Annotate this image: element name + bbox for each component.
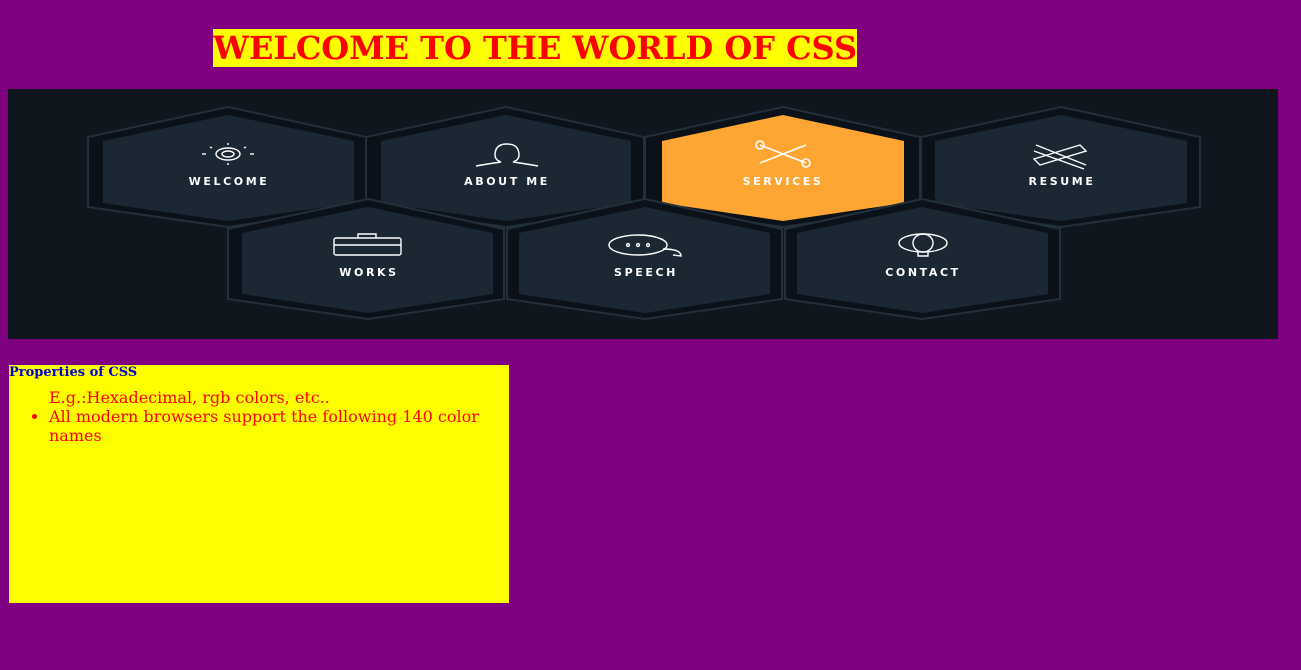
page-title: WELCOME TO THE WORLD OF CSS — [213, 29, 858, 67]
nav-label-works: WORKS — [339, 266, 398, 279]
hexagon-nav-banner: WELCOME ABOUT ME SERVICES RESUME WORKS S… — [8, 89, 1278, 339]
nav-label-resume: RESUME — [1029, 175, 1096, 188]
list-item-continuation: E.g.:Hexadecimal, rgb colors, etc.. — [49, 388, 499, 407]
properties-heading: Properties of CSS — [9, 365, 138, 380]
nav-label-services: SERVICES — [743, 175, 824, 188]
nav-label-speech: SPEECH — [614, 266, 678, 279]
nav-label-welcome: WELCOME — [189, 175, 270, 188]
list-item-continuation-text: E.g.:Hexadecimal, rgb colors, etc.. — [49, 388, 330, 407]
list-item: All modern browsers support the followin… — [49, 407, 499, 445]
page-title-wrapper: WELCOME TO THE WORLD OF CSS — [213, 29, 858, 67]
nav-label-about-me: ABOUT ME — [464, 175, 550, 188]
hexagon-nav-svg: WELCOME ABOUT ME SERVICES RESUME WORKS S… — [87, 105, 1201, 321]
properties-box: Properties of CSS E.g.:Hexadecimal, rgb … — [9, 365, 509, 603]
properties-list: E.g.:Hexadecimal, rgb colors, etc.. All … — [9, 388, 499, 445]
nav-label-contact: CONTACT — [885, 266, 961, 279]
